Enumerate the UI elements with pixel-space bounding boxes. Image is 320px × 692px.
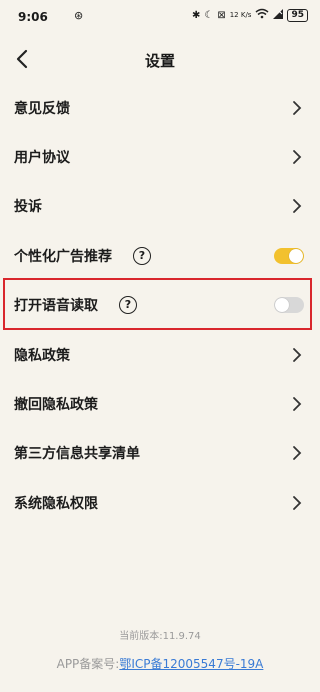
highlight-box xyxy=(3,278,312,330)
settings-item-privacy-policy[interactable]: 隐私政策 xyxy=(0,331,320,379)
icp-link[interactable]: 鄂ICP备12005547号-19A xyxy=(119,657,263,671)
settings-item-third-party-sharing[interactable]: 第三方信息共享清单 xyxy=(0,429,320,477)
page-title: 设置 xyxy=(144,52,175,70)
chevron-right-icon xyxy=(293,397,302,411)
settings-item-feedback[interactable]: 意见反馈 xyxy=(0,84,320,132)
chevron-right-icon xyxy=(293,496,302,510)
battery-indicator: 95 xyxy=(287,8,308,22)
settings-item-label: 个性化广告推荐 xyxy=(14,249,112,265)
status-time: 9:06 xyxy=(18,10,48,24)
settings-item-revoke-privacy[interactable]: 撤回隐私政策 xyxy=(0,380,320,428)
personalized-ads-toggle[interactable] xyxy=(274,248,304,264)
status-icons: ✱ ☾ ⊠ 12 K/s 95 xyxy=(192,8,308,22)
do-not-disturb-icon: ☾ xyxy=(204,9,214,21)
settings-item-label: 第三方信息共享清单 xyxy=(14,446,140,462)
help-icon[interactable]: ? xyxy=(133,247,151,265)
chevron-right-icon xyxy=(293,199,302,213)
settings-item-complaint[interactable]: 投诉 xyxy=(0,182,320,230)
network-speed-unit: K/s xyxy=(240,10,252,19)
settings-item-label: 投诉 xyxy=(14,199,42,215)
signal-icon xyxy=(273,8,284,22)
network-speed-value: 12 xyxy=(229,10,239,19)
settings-item-label: 系统隐私权限 xyxy=(14,496,98,512)
chevron-right-icon xyxy=(293,101,302,115)
settings-item-label: 意见反馈 xyxy=(14,101,70,117)
chevron-right-icon xyxy=(293,348,302,362)
settings-item-system-permissions[interactable]: 系统隐私权限 xyxy=(0,479,320,527)
app-version: 当前版本:11.9.74 xyxy=(119,631,201,642)
wifi-icon xyxy=(255,8,269,22)
settings-item-label: 用户协议 xyxy=(14,150,70,166)
notification-app-icon: ⊛ xyxy=(74,9,84,22)
settings-item-label: 隐私政策 xyxy=(14,348,70,364)
vibrate-icon: ⊠ xyxy=(217,9,226,21)
settings-item-label: 撤回隐私政策 xyxy=(14,397,98,413)
header: 设置 xyxy=(0,40,320,78)
toggle-knob xyxy=(289,249,303,263)
bluetooth-icon: ✱ xyxy=(191,9,201,21)
settings-item-personalized-ads: 个性化广告推荐 ? xyxy=(0,232,320,280)
chevron-right-icon xyxy=(293,150,302,164)
icp-filing: APP备案号:鄂ICP备12005547号-19A xyxy=(0,655,320,672)
network-speed: 12 K/s xyxy=(229,10,252,19)
status-bar: 9:06 ⊛ ✱ ☾ ⊠ 12 K/s 95 xyxy=(0,0,320,36)
settings-item-user-agreement[interactable]: 用户协议 xyxy=(0,133,320,181)
chevron-right-icon xyxy=(293,446,302,460)
icp-prefix: APP备案号: xyxy=(56,657,120,671)
